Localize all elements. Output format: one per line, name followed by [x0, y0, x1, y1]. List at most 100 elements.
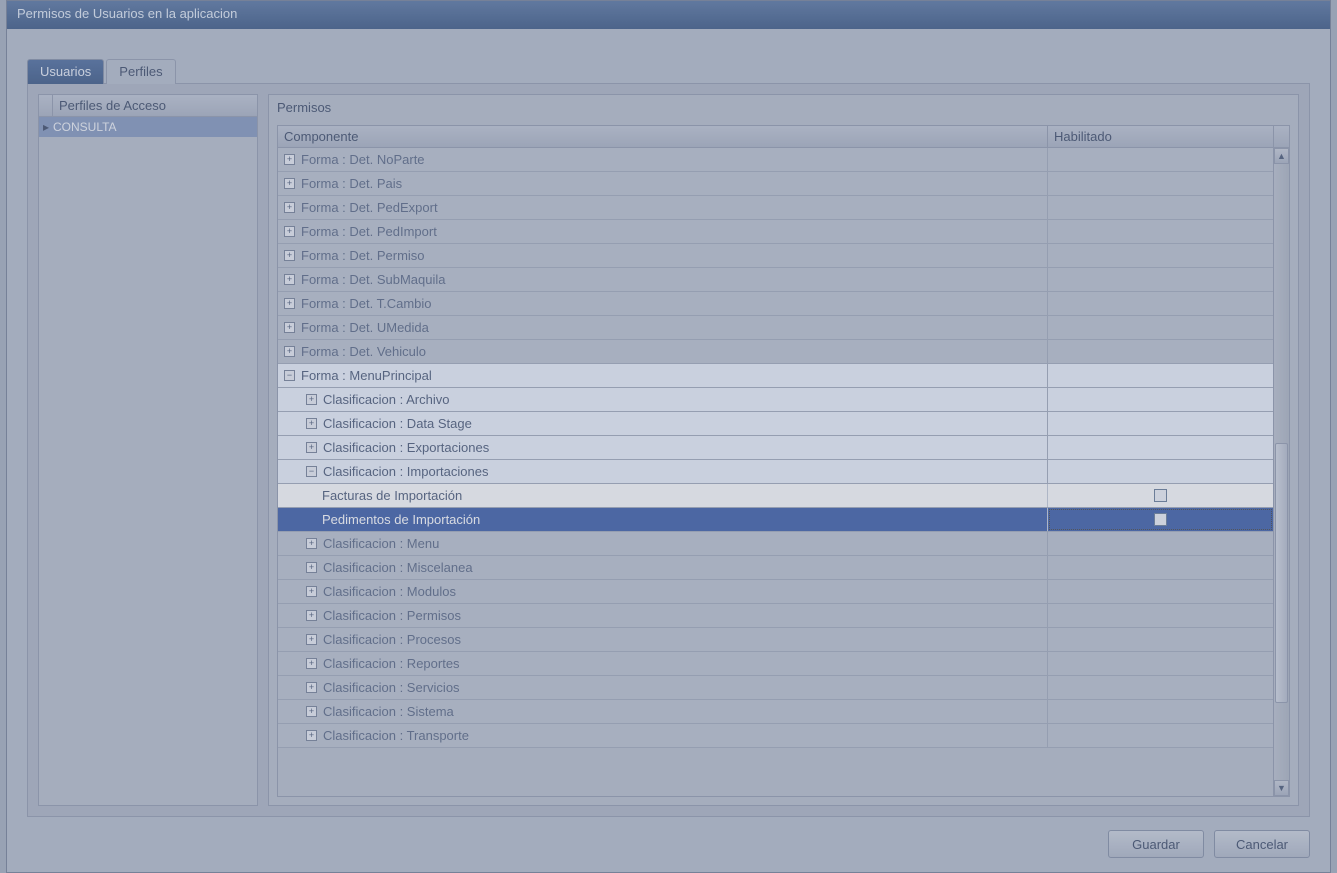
window-title: Permisos de Usuarios en la aplicacion	[17, 6, 237, 21]
permissions-grid: Componente Habilitado + Forma : Det. NoPa…	[277, 125, 1290, 797]
tree-label: Clasificacion : Miscelanea	[323, 560, 473, 575]
expand-icon[interactable]: +	[306, 418, 317, 429]
tree-row[interactable]: +Forma : Det. PedImport	[278, 220, 1273, 244]
tree-row[interactable]: + Forma : Det. Permiso	[278, 244, 1273, 268]
tree-row[interactable]: + Forma : Det. Pais	[278, 172, 1273, 196]
tree-label: Clasificacion : Archivo	[323, 392, 449, 407]
tree-row[interactable]: + Forma : Det. Vehiculo	[278, 340, 1273, 364]
tree-label: Facturas de Importación	[322, 488, 462, 503]
expand-icon[interactable]: +	[306, 586, 317, 597]
tree-leaf-row-selected[interactable]: Pedimentos de Importación	[278, 508, 1273, 532]
expand-icon[interactable]: +	[306, 562, 317, 573]
profiles-grid: Perfiles de Acceso ▸ CONSULTA	[38, 94, 258, 806]
tree-label: Clasificacion : Data Stage	[323, 416, 472, 431]
tree-row-expanded[interactable]: −Clasificacion : Importaciones	[278, 460, 1273, 484]
expand-icon[interactable]: +	[284, 178, 295, 189]
tree-label: Forma : Det. Pais	[301, 176, 402, 191]
dialog-buttons: Guardar Cancelar	[1108, 830, 1310, 858]
scroll-thumb[interactable]	[1275, 443, 1288, 703]
expand-icon[interactable]: +	[284, 298, 295, 309]
expand-icon[interactable]: +	[306, 394, 317, 405]
tree-label: Forma : Det. SubMaquila	[301, 272, 446, 287]
scroll-down-icon[interactable]: ▼	[1274, 780, 1289, 796]
expand-icon[interactable]: +	[284, 322, 295, 333]
expand-icon[interactable]: +	[284, 202, 295, 213]
tree-row[interactable]: + Clasificacion : Procesos	[278, 628, 1273, 652]
tree-label: Forma : Det. Permiso	[301, 248, 425, 263]
tab-panel-perfiles: Perfiles de Acceso ▸ CONSULTA Permisos C…	[27, 83, 1310, 817]
tree-row[interactable]: + Clasificacion : Menu	[278, 532, 1273, 556]
expand-icon[interactable]: +	[284, 154, 295, 165]
tree-leaf-row[interactable]: Facturas de Importación	[278, 484, 1273, 508]
expand-icon[interactable]: +	[284, 274, 295, 285]
tree-label: Forma : Det. UMedida	[301, 320, 429, 335]
tree-label: Forma : MenuPrincipal	[301, 368, 432, 383]
window-titlebar[interactable]: Permisos de Usuarios en la aplicacion	[7, 1, 1330, 29]
tree-label: Clasificacion : Menu	[323, 536, 439, 551]
checkbox-habilitado[interactable]	[1154, 489, 1167, 502]
dialog-window: Permisos de Usuarios en la aplicacion Us…	[6, 0, 1331, 873]
tab-perfiles[interactable]: Perfiles	[106, 59, 175, 84]
tree-row[interactable]: + Forma : Det. NoParte	[278, 148, 1273, 172]
expand-icon[interactable]: +	[284, 250, 295, 261]
tree-label: Clasificacion : Transporte	[323, 728, 469, 743]
tree-row[interactable]: +Forma : Det. T.Cambio	[278, 292, 1273, 316]
permissions-title: Permisos	[269, 95, 1298, 123]
expand-icon[interactable]: +	[306, 610, 317, 621]
tab-strip: Usuarios Perfiles	[27, 59, 178, 84]
checkbox-habilitado[interactable]	[1154, 513, 1167, 526]
tree-row[interactable]: + Forma : Det. PedExport	[278, 196, 1273, 220]
tree-row[interactable]: + Clasificacion : Miscelanea	[278, 556, 1273, 580]
profile-row-label: CONSULTA	[53, 120, 117, 134]
tree-label: Clasificacion : Sistema	[323, 704, 454, 719]
scroll-up-icon[interactable]: ▲	[1274, 148, 1289, 164]
tree-row[interactable]: + Clasificacion : Sistema	[278, 700, 1273, 724]
expand-icon[interactable]: +	[306, 658, 317, 669]
tree-row[interactable]: + Clasificacion : Archivo	[278, 388, 1273, 412]
expand-icon[interactable]: +	[306, 730, 317, 741]
tree-row[interactable]: + Clasificacion : Transporte	[278, 724, 1273, 748]
tree-row[interactable]: + Clasificacion : Exportaciones	[278, 436, 1273, 460]
tree-label: Clasificacion : Permisos	[323, 608, 461, 623]
tree-row[interactable]: + Clasificacion : Reportes	[278, 652, 1273, 676]
tree-label: Clasificacion : Procesos	[323, 632, 461, 647]
vertical-scrollbar[interactable]: ▲ ▼	[1273, 148, 1289, 796]
save-button[interactable]: Guardar	[1108, 830, 1204, 858]
expand-icon[interactable]: +	[306, 706, 317, 717]
tree-row[interactable]: + Clasificacion : Permisos	[278, 604, 1273, 628]
tree-row[interactable]: + Clasificacion : Data Stage	[278, 412, 1273, 436]
profiles-grid-header: Perfiles de Acceso	[39, 95, 257, 117]
permissions-panel: Permisos Componente Habilitado +Forma : …	[268, 94, 1299, 806]
expand-icon[interactable]: +	[306, 682, 317, 693]
column-componente[interactable]: Componente	[278, 126, 1048, 147]
expand-icon[interactable]: +	[306, 538, 317, 549]
profile-row-consulta[interactable]: ▸ CONSULTA	[39, 117, 257, 137]
tree-row[interactable]: + Forma : Det. SubMaquila	[278, 268, 1273, 292]
tree-label: Clasificacion : Servicios	[323, 680, 460, 695]
tree-row[interactable]: + Forma : Det. UMedida	[278, 316, 1273, 340]
tree-label: Pedimentos de Importación	[322, 512, 480, 527]
expand-icon[interactable]: +	[306, 634, 317, 645]
expand-icon[interactable]: +	[306, 442, 317, 453]
tree-label: Forma : Det. NoParte	[301, 152, 425, 167]
permissions-tree: + Forma : Det. NoParte + Forma : Det. Pais…	[278, 148, 1273, 796]
profiles-header-label[interactable]: Perfiles de Acceso	[53, 98, 257, 113]
column-habilitado[interactable]: Habilitado	[1048, 126, 1273, 147]
tab-usuarios[interactable]: Usuarios	[27, 59, 104, 84]
collapse-icon[interactable]: −	[306, 466, 317, 477]
tree-label: Clasificacion : Exportaciones	[323, 440, 489, 455]
expand-icon[interactable]: +	[284, 346, 295, 357]
tree-row-expanded[interactable]: −Forma : MenuPrincipal	[278, 364, 1273, 388]
permissions-columns: Componente Habilitado	[278, 126, 1289, 148]
tree-label: Clasificacion : Modulos	[323, 584, 456, 599]
expand-icon[interactable]: +	[284, 226, 295, 237]
row-indicator-icon: ▸	[39, 120, 53, 134]
tree-row[interactable]: + Clasificacion : Modulos	[278, 580, 1273, 604]
tree-label: Clasificacion : Importaciones	[323, 464, 488, 479]
collapse-icon[interactable]: −	[284, 370, 295, 381]
tree-label: Forma : Det. PedExport	[301, 200, 438, 215]
tree-row[interactable]: + Clasificacion : Servicios	[278, 676, 1273, 700]
tree-label: Clasificacion : Reportes	[323, 656, 460, 671]
cancel-button[interactable]: Cancelar	[1214, 830, 1310, 858]
tree-label: Forma : Det. Vehiculo	[301, 344, 426, 359]
